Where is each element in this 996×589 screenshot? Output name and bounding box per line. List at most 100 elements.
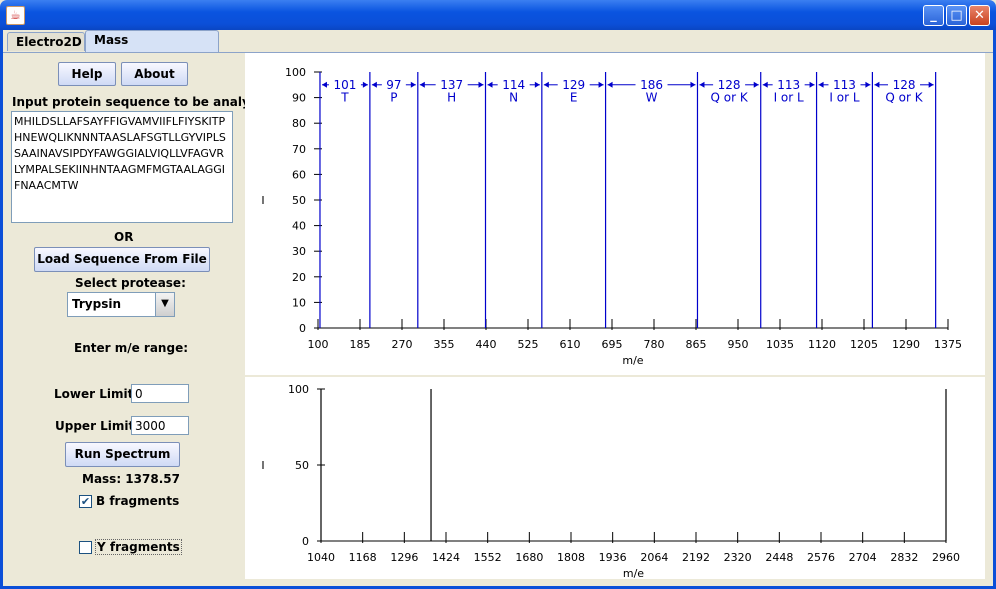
x-tick-label: 1290 xyxy=(892,338,920,351)
about-button[interactable]: About xyxy=(121,62,188,86)
y-tick-label: 60 xyxy=(292,168,306,181)
y-tick-label: 0 xyxy=(299,322,306,335)
arrowhead-right-icon xyxy=(690,81,696,88)
residue-label: T xyxy=(340,91,349,105)
sequence-textarea[interactable]: MHILDSLLAFSAYFFIGVAMVIIFLFIYSKITPHNEWQLI… xyxy=(11,111,233,223)
arrowhead-left-icon xyxy=(419,81,425,88)
arrowhead-right-icon xyxy=(534,81,540,88)
x-tick-label: 2960 xyxy=(932,551,960,564)
x-tick-label: 1296 xyxy=(390,551,418,564)
protease-select[interactable]: Trypsin ▼ xyxy=(67,292,175,317)
y-fragments-label[interactable]: Y fragments xyxy=(95,539,182,555)
x-tick-label: 2192 xyxy=(682,551,710,564)
chevron-down-icon[interactable]: ▼ xyxy=(155,293,174,316)
x-tick-label: 1936 xyxy=(599,551,627,564)
y-tick-label: 20 xyxy=(292,271,306,284)
x-tick-label: 1035 xyxy=(766,338,794,351)
x-tick-label: 1680 xyxy=(515,551,543,564)
java-app-icon: ☕ xyxy=(6,6,25,25)
lower-limit-label: Lower Limit: xyxy=(54,387,139,401)
arrowhead-left-icon xyxy=(762,81,768,88)
x-tick-label: 2704 xyxy=(849,551,877,564)
arrowhead-right-icon xyxy=(928,81,934,88)
y-tick-label: 0 xyxy=(302,535,309,548)
x-tick-label: 1168 xyxy=(349,551,377,564)
arrowhead-right-icon xyxy=(865,81,871,88)
x-tick-label: 270 xyxy=(392,338,413,351)
arrowhead-left-icon xyxy=(487,81,493,88)
x-tick-label: 2832 xyxy=(890,551,918,564)
y-tick-label: 70 xyxy=(292,143,306,156)
y-tick-label: 50 xyxy=(292,194,306,207)
arrowhead-right-icon xyxy=(809,81,815,88)
y-fragments-checkbox[interactable] xyxy=(79,541,92,554)
x-tick-label: 950 xyxy=(728,338,749,351)
arrowhead-left-icon xyxy=(699,81,705,88)
residue-label: P xyxy=(390,91,397,105)
x-tick-label: 355 xyxy=(434,338,455,351)
y-axis-label: I xyxy=(261,194,264,207)
y-tick-label: 100 xyxy=(288,383,309,396)
y-tick-label: 40 xyxy=(292,220,306,233)
lower-limit-input[interactable] xyxy=(131,384,189,403)
x-tick-label: 1424 xyxy=(432,551,460,564)
b-fragments-checkbox[interactable]: ✔ xyxy=(79,495,92,508)
arrowhead-right-icon xyxy=(478,81,484,88)
range-label: Enter m/e range: xyxy=(74,341,188,355)
x-tick-label: 525 xyxy=(518,338,539,351)
y-tick-label: 10 xyxy=(292,296,306,309)
arrowhead-right-icon xyxy=(753,81,759,88)
y-tick-label: 90 xyxy=(292,92,306,105)
x-tick-label: 440 xyxy=(476,338,497,351)
residue-label: W xyxy=(646,91,658,105)
y-tick-label: 30 xyxy=(292,245,306,258)
arrowhead-left-icon xyxy=(321,81,327,88)
sequence-prompt: Input protein sequence to be analyzed: xyxy=(12,95,279,109)
x-tick-label: 1040 xyxy=(307,551,335,564)
upper-limit-label: Upper Limit: xyxy=(55,419,140,433)
residue-label: N xyxy=(509,91,518,105)
residue-label: I or L xyxy=(774,91,804,105)
x-tick-label: 1808 xyxy=(557,551,585,564)
tab-mass-spectrometer[interactable]: Mass Spectrometer xyxy=(85,30,219,66)
arrowhead-left-icon xyxy=(543,81,549,88)
y-axis-label: I xyxy=(261,459,264,472)
mass-readout: Mass: 1378.57 xyxy=(82,472,180,486)
help-button[interactable]: Help xyxy=(58,62,116,86)
residue-label: H xyxy=(447,91,456,105)
x-tick-label: 1120 xyxy=(808,338,836,351)
x-tick-label: 780 xyxy=(644,338,665,351)
close-button[interactable]: ✕ xyxy=(969,5,990,26)
x-tick-label: 185 xyxy=(350,338,371,351)
run-spectrum-button[interactable]: Run Spectrum xyxy=(65,442,180,467)
x-tick-label: 1375 xyxy=(934,338,962,351)
title-bar: ☕ _ □ ✕ xyxy=(0,0,996,30)
x-tick-label: 610 xyxy=(560,338,581,351)
y-tick-label: 80 xyxy=(292,117,306,130)
b-fragment-chart-svg: 100 185 270 355 440 525 610 695 780 865 950 1035 112… xyxy=(261,66,962,367)
load-sequence-button[interactable]: Load Sequence From File xyxy=(34,247,210,272)
x-axis-label: m/e xyxy=(623,567,644,579)
x-tick-label: 695 xyxy=(602,338,623,351)
residue-label: I or L xyxy=(829,91,859,105)
full-spectrum-chart-svg: 1040 1168 1296 1424 1552 1680 1808 1936 2064 2192… xyxy=(261,383,960,579)
arrowhead-left-icon xyxy=(371,81,377,88)
arrowhead-right-icon xyxy=(598,81,604,88)
tab-bar: Electro2D Mass Spectrometer xyxy=(3,30,993,66)
x-tick-label: 2448 xyxy=(765,551,793,564)
or-label: OR xyxy=(114,230,134,244)
minimize-button[interactable]: _ xyxy=(923,5,944,26)
y-tick-label: 100 xyxy=(285,66,306,79)
x-tick-label: 2576 xyxy=(807,551,835,564)
residue-label: Q or K xyxy=(885,91,923,105)
x-tick-label: 100 xyxy=(308,338,329,351)
maximize-button[interactable]: □ xyxy=(946,5,967,26)
y-tick-label: 50 xyxy=(295,459,309,472)
b-fragments-label[interactable]: B fragments xyxy=(96,494,179,508)
arrowhead-left-icon xyxy=(607,81,613,88)
upper-limit-input[interactable] xyxy=(131,416,189,435)
control-panel: Help About Input protein sequence to be … xyxy=(3,53,278,586)
tab-electro2d[interactable]: Electro2D xyxy=(7,32,85,51)
full-spectrum: 1040 1168 1296 1424 1552 1680 1808 1936 2064 2192… xyxy=(245,377,985,579)
x-tick-label: 2064 xyxy=(640,551,668,564)
